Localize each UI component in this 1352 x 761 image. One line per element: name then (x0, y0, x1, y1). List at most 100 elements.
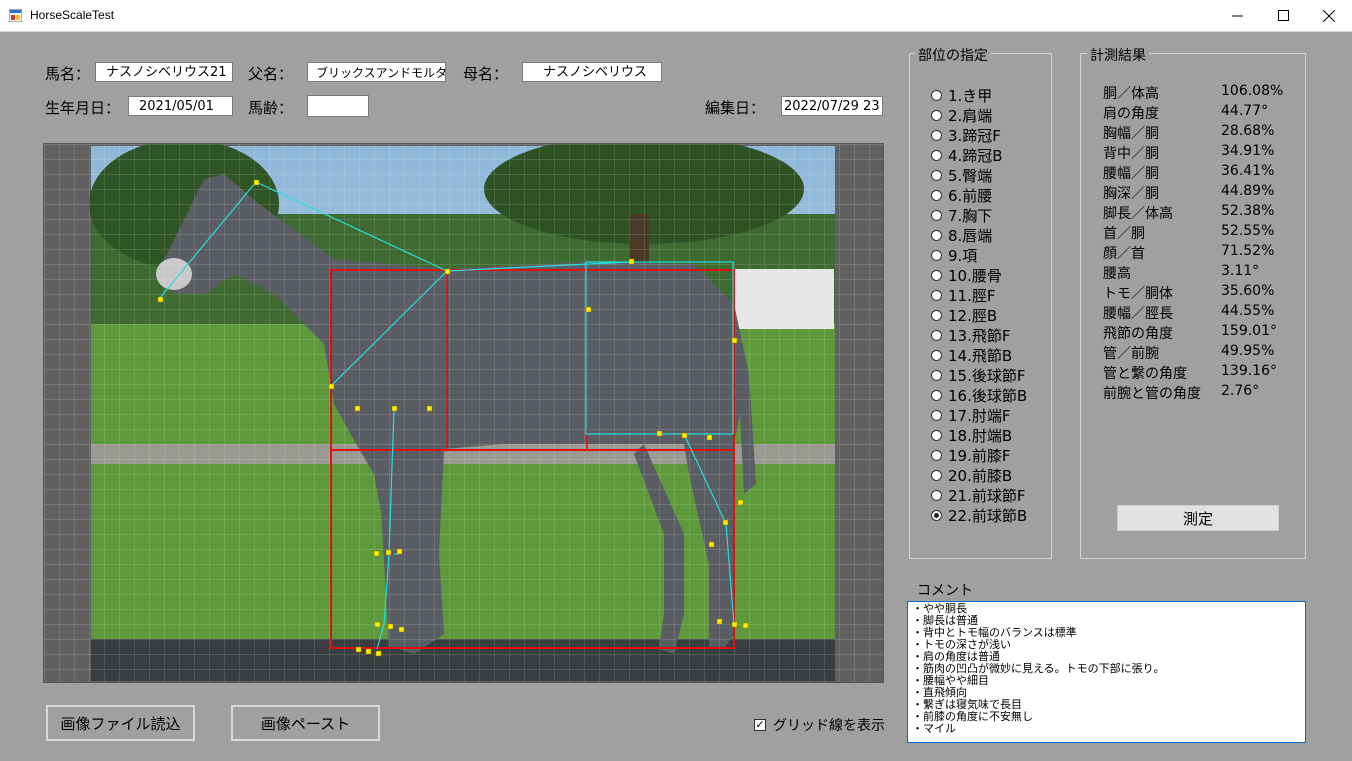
part-radio-item[interactable]: 9.項 (931, 245, 1049, 265)
radio-button[interactable] (931, 269, 942, 281)
part-radio-label: 4.蹄冠B (948, 146, 1003, 165)
result-value: 71.52% (1221, 243, 1275, 259)
result-value: 49.95% (1221, 343, 1275, 359)
part-radio-item[interactable]: 5.臀端 (931, 165, 1049, 185)
radio-button[interactable] (931, 329, 942, 341)
edit-date-field[interactable]: 2022/07/29 23 (781, 96, 883, 116)
minimize-button[interactable] (1214, 0, 1260, 31)
result-name: 腰幅／胴 (1103, 166, 1159, 182)
paste-image-button[interactable]: 画像ペースト (231, 705, 380, 741)
part-radio-label: 19.前膝F (948, 446, 1011, 465)
radio-button[interactable] (931, 249, 942, 261)
part-radio-item[interactable]: 4.蹄冠B (931, 145, 1049, 165)
radio-button[interactable] (931, 429, 942, 441)
comment-textarea[interactable]: ・やや胴長 ・脚長は普通 ・背中とトモ幅のバランスは標準 ・トモの深さが浅い ・肩の角度… (907, 601, 1306, 743)
radio-button[interactable] (931, 369, 942, 381)
radio-button[interactable] (931, 409, 942, 421)
result-value: 44.55% (1221, 303, 1275, 319)
result-row: 脚長／体高 52.38% (1103, 203, 1298, 223)
close-button[interactable] (1306, 0, 1352, 31)
result-value: 139.16° (1221, 363, 1277, 379)
sire-field[interactable]: ブリックスアンドモルタル (307, 62, 446, 82)
load-image-button[interactable]: 画像ファイル読込 (46, 705, 195, 741)
part-radio-item[interactable]: 11.脛F (931, 285, 1049, 305)
result-value: 28.68% (1221, 123, 1275, 139)
result-row: 胴／体高 106.08% (1103, 83, 1298, 103)
result-row: トモ／胴体 35.60% (1103, 283, 1298, 303)
part-radio-label: 13.飛節F (948, 326, 1011, 345)
part-radio-item[interactable]: 2.肩端 (931, 105, 1049, 125)
radio-button[interactable] (931, 149, 942, 161)
result-name: 肩の角度 (1103, 106, 1159, 122)
radio-button[interactable] (931, 169, 942, 181)
part-radio-item[interactable]: 12.脛B (931, 305, 1049, 325)
result-name: 腰幅／脛長 (1103, 306, 1173, 322)
result-value: 35.60% (1221, 283, 1275, 299)
radio-button[interactable] (931, 289, 942, 301)
part-radio-item[interactable]: 15.後球節F (931, 365, 1049, 385)
radio-button[interactable] (931, 109, 942, 121)
part-radio-label: 20.前膝B (948, 466, 1013, 485)
part-radio-label: 11.脛F (948, 286, 996, 305)
minimize-icon (1231, 15, 1243, 17)
window-title: HorseScaleTest (30, 8, 115, 22)
result-value: 44.89% (1221, 183, 1275, 199)
radio-button[interactable] (931, 209, 942, 221)
part-radio-item[interactable]: 3.蹄冠F (931, 125, 1049, 145)
grid-checkbox[interactable]: ✓ (754, 719, 766, 731)
radio-button[interactable] (931, 509, 942, 521)
result-name: 胸深／胴 (1103, 186, 1159, 202)
part-radio-item[interactable]: 6.前腰 (931, 185, 1049, 205)
result-row: 前腕と管の角度 2.76° (1103, 383, 1298, 403)
part-radio-item[interactable]: 10.腰骨 (931, 265, 1049, 285)
dam-field[interactable]: ナスノシベリウス (522, 62, 662, 82)
part-radio-item[interactable]: 1.き甲 (931, 85, 1049, 105)
part-radio-item[interactable]: 21.前球節F (931, 485, 1049, 505)
comment-line: ・前膝の角度に不安無し (912, 710, 1033, 723)
result-name: 顔／首 (1103, 246, 1145, 262)
radio-button[interactable] (931, 309, 942, 321)
measure-button[interactable]: 測定 (1117, 505, 1279, 531)
radio-button[interactable] (931, 229, 942, 241)
radio-button[interactable] (931, 89, 942, 101)
part-radio-label: 17.肘端F (948, 406, 1011, 425)
result-row: 腰幅／脛長 44.55% (1103, 303, 1298, 323)
part-radio-item[interactable]: 16.後球節B (931, 385, 1049, 405)
radio-button[interactable] (931, 129, 942, 141)
comment-line: ・マイル (912, 722, 956, 735)
maximize-button[interactable] (1260, 0, 1306, 31)
age-field[interactable] (307, 95, 369, 117)
part-radio-item[interactable]: 8.唇端 (931, 225, 1049, 245)
part-radio-item[interactable]: 20.前膝B (931, 465, 1049, 485)
result-row: 管と繋の角度 139.16° (1103, 363, 1298, 383)
part-radio-label: 8.唇端 (948, 226, 993, 245)
part-radio-label: 15.後球節F (948, 366, 1026, 385)
part-radio-item[interactable]: 22.前球節B (931, 505, 1049, 525)
part-radio-item[interactable]: 18.肘端B (931, 425, 1049, 445)
result-row: 背中／胴 34.91% (1103, 143, 1298, 163)
radio-button[interactable] (931, 349, 942, 361)
part-radio-item[interactable]: 17.肘端F (931, 405, 1049, 425)
image-canvas[interactable] (43, 143, 884, 683)
radio-button[interactable] (931, 489, 942, 501)
result-name: 腰高 (1103, 266, 1131, 282)
radio-button[interactable] (931, 449, 942, 461)
part-radio-item[interactable]: 14.飛節B (931, 345, 1049, 365)
radio-button[interactable] (931, 469, 942, 481)
horse-name-field[interactable]: ナスノシベリウス21 (95, 62, 233, 82)
part-radio-label: 1.き甲 (948, 86, 993, 105)
result-value: 52.38% (1221, 203, 1275, 219)
grid-checkbox-row[interactable]: ✓ グリッド線を表示 (754, 715, 885, 735)
radio-button[interactable] (931, 389, 942, 401)
result-value: 52.55% (1221, 223, 1275, 239)
parts-radio-list: 1.き甲 2.肩端 3.蹄冠F 4.蹄冠B 5.臀端 6.前腰 7.胸下 8.唇端 9.項 10.… (931, 85, 1049, 525)
part-radio-item[interactable]: 7.胸下 (931, 205, 1049, 225)
part-radio-item[interactable]: 19.前膝F (931, 445, 1049, 465)
result-name: 首／胴 (1103, 226, 1145, 242)
radio-button[interactable] (931, 189, 942, 201)
result-value: 36.41% (1221, 163, 1275, 179)
result-name: 胴／体高 (1103, 86, 1159, 102)
birth-date-field[interactable]: 2021/05/01 (128, 96, 233, 116)
result-name: 飛節の角度 (1103, 326, 1173, 342)
part-radio-item[interactable]: 13.飛節F (931, 325, 1049, 345)
